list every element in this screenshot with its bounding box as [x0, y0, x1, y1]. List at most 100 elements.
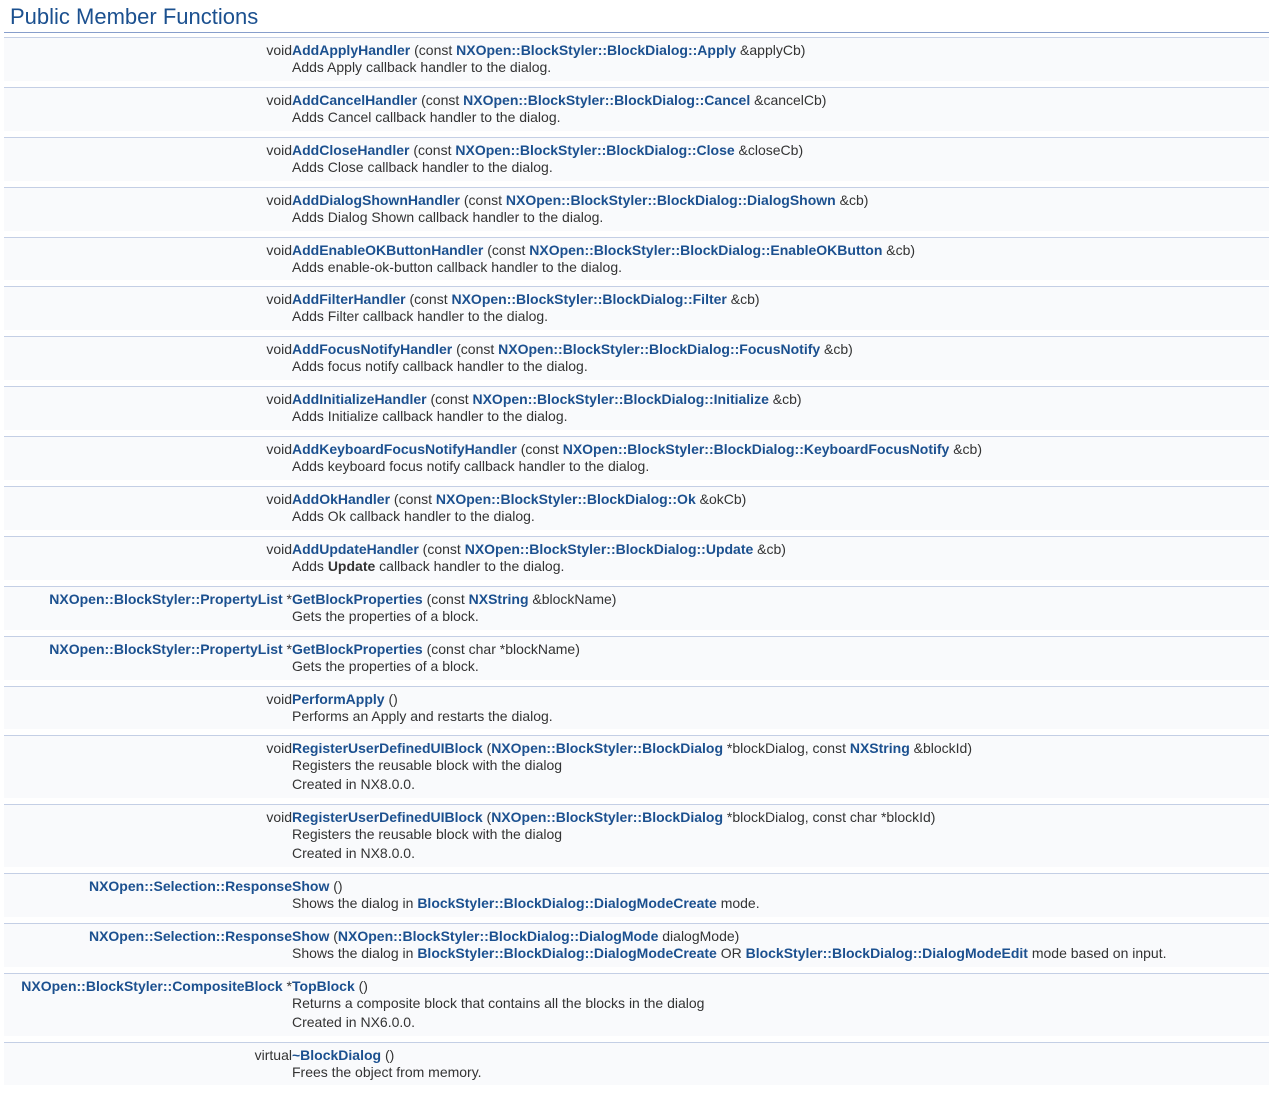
api-link[interactable]: RegisterUserDefinedUIBlock: [292, 809, 483, 825]
member-description: Adds enable-ok-button callback handler t…: [292, 258, 1269, 281]
api-link[interactable]: Show: [292, 928, 329, 944]
text: &applyCb): [736, 42, 805, 58]
api-link[interactable]: NXOpen::BlockStyler::BlockDialog::Apply: [456, 42, 736, 58]
text: &cb): [727, 291, 760, 307]
member-desc-row: Registers the reusable block with the di…: [4, 825, 1269, 867]
api-link[interactable]: AddKeyboardFocusNotifyHandler: [292, 441, 517, 457]
api-link[interactable]: NXOpen::BlockStyler::BlockDialog::Ok: [436, 491, 696, 507]
text: Returns a composite block that contains …: [292, 995, 704, 1011]
api-link[interactable]: AddFocusNotifyHandler: [292, 341, 452, 357]
api-link[interactable]: AddFilterHandler: [292, 291, 406, 307]
text: &blockId): [910, 740, 972, 756]
member-signature: AddFilterHandler (const NXOpen::BlockSty…: [292, 287, 1269, 308]
bold-text: Update: [328, 558, 375, 574]
member-return-type: NXOpen::Selection::Response: [4, 923, 292, 944]
api-link[interactable]: NXOpen::Selection::Response: [89, 878, 292, 894]
text: &okCb): [696, 491, 747, 507]
api-link[interactable]: AddUpdateHandler: [292, 541, 419, 557]
member-signature: GetBlockProperties (const NXString &bloc…: [292, 586, 1269, 607]
member-return-type: void: [4, 536, 292, 557]
api-link[interactable]: BlockStyler::BlockDialog::DialogModeEdit: [746, 945, 1028, 961]
member-row: voidAddCancelHandler (const NXOpen::Bloc…: [4, 87, 1269, 108]
text: void: [266, 391, 292, 407]
api-link[interactable]: PerformApply: [292, 691, 385, 707]
member-signature: AddFocusNotifyHandler (const NXOpen::Blo…: [292, 337, 1269, 358]
api-link[interactable]: NXOpen::BlockStyler::CompositeBlock: [21, 978, 282, 994]
text: Adds Ok callback handler to the dialog.: [292, 508, 535, 524]
text: void: [266, 541, 292, 557]
api-link[interactable]: AddDialogShownHandler: [292, 192, 460, 208]
api-link[interactable]: RegisterUserDefinedUIBlock: [292, 740, 483, 756]
api-link[interactable]: NXOpen::BlockStyler::PropertyList: [49, 641, 282, 657]
api-link[interactable]: NXOpen::BlockStyler::BlockDialog::Dialog…: [506, 192, 836, 208]
member-row: NXOpen::Selection::ResponseShow (NXOpen:…: [4, 923, 1269, 944]
text: (const: [483, 242, 529, 258]
member-signature: AddEnableOKButtonHandler (const NXOpen::…: [292, 237, 1269, 258]
member-desc-row: Adds keyboard focus notify callback hand…: [4, 457, 1269, 480]
api-link[interactable]: BlockStyler::BlockDialog::DialogModeCrea…: [417, 895, 717, 911]
text: Registers the reusable block with the di…: [292, 757, 562, 773]
api-link[interactable]: ~BlockDialog: [292, 1047, 381, 1063]
api-link[interactable]: NXOpen::BlockStyler::BlockDialog::Cancel: [463, 92, 750, 108]
api-link[interactable]: NXOpen::BlockStyler::BlockDialog::Filter: [451, 291, 726, 307]
api-link[interactable]: NXOpen::BlockStyler::BlockDialog: [491, 740, 723, 756]
text: *: [283, 591, 292, 607]
api-link[interactable]: AddCancelHandler: [292, 92, 417, 108]
member-description: Frees the object from memory.: [292, 1063, 1269, 1086]
api-link[interactable]: NXOpen::BlockStyler::BlockDialog::Update: [465, 541, 754, 557]
member-row: voidAddFocusNotifyHandler (const NXOpen:…: [4, 337, 1269, 358]
text: (const: [419, 541, 465, 557]
member-desc-row: Adds Cancel callback handler to the dial…: [4, 108, 1269, 131]
api-link[interactable]: GetBlockProperties: [292, 591, 423, 607]
member-desc-spacer: [4, 557, 292, 580]
member-desc-spacer: [4, 657, 292, 680]
api-link[interactable]: AddOkHandler: [292, 491, 390, 507]
text: void: [266, 42, 292, 58]
member-row: NXOpen::Selection::ResponseShow (): [4, 874, 1269, 895]
text: (const: [409, 142, 455, 158]
member-row: voidAddInitializeHandler (const NXOpen::…: [4, 387, 1269, 408]
member-row: voidAddEnableOKButtonHandler (const NXOp…: [4, 237, 1269, 258]
text: *blockDialog, const char *blockId): [723, 809, 935, 825]
member-desc-spacer: [4, 357, 292, 380]
text: void: [266, 291, 292, 307]
api-link[interactable]: NXString: [850, 740, 910, 756]
text: &cb): [949, 441, 982, 457]
member-description: Returns a composite block that contains …: [292, 994, 1269, 1036]
member-description: Adds Close callback handler to the dialo…: [292, 158, 1269, 181]
member-desc-spacer: [4, 825, 292, 867]
text: callback handler to the dialog.: [375, 558, 564, 574]
api-link[interactable]: NXOpen::Selection::Response: [89, 928, 292, 944]
text: Adds Filter callback handler to the dial…: [292, 308, 548, 324]
text: Created in NX8.0.0.: [292, 845, 415, 861]
api-link[interactable]: AddEnableOKButtonHandler: [292, 242, 483, 258]
api-link[interactable]: NXOpen::BlockStyler::BlockDialog::FocusN…: [498, 341, 820, 357]
member-desc-row: Returns a composite block that contains …: [4, 994, 1269, 1036]
api-link[interactable]: AddCloseHandler: [292, 142, 409, 158]
api-link[interactable]: BlockStyler::BlockDialog::DialogModeCrea…: [417, 945, 717, 961]
api-link[interactable]: GetBlockProperties: [292, 641, 423, 657]
api-link[interactable]: AddApplyHandler: [292, 42, 410, 58]
api-link[interactable]: NXString: [469, 591, 529, 607]
text: Adds Close callback handler to the dialo…: [292, 159, 553, 175]
api-link[interactable]: TopBlock: [292, 978, 355, 994]
api-link[interactable]: NXOpen::BlockStyler::BlockDialog: [491, 809, 723, 825]
api-link[interactable]: NXOpen::BlockStyler::BlockDialog::Dialog…: [338, 928, 658, 944]
api-link[interactable]: NXOpen::BlockStyler::PropertyList: [49, 591, 282, 607]
member-desc-row: Adds Initialize callback handler to the …: [4, 407, 1269, 430]
member-return-type: void: [4, 387, 292, 408]
api-link[interactable]: Show: [292, 878, 329, 894]
member-description: Adds Apply callback handler to the dialo…: [292, 58, 1269, 81]
api-link[interactable]: AddInitializeHandler: [292, 391, 427, 407]
member-row: voidAddCloseHandler (const NXOpen::Block…: [4, 137, 1269, 158]
member-row: virtual~BlockDialog (): [4, 1042, 1269, 1063]
member-return-type: void: [4, 686, 292, 707]
member-desc-spacer: [4, 158, 292, 181]
member-desc-spacer: [4, 507, 292, 530]
text: void: [266, 192, 292, 208]
api-link[interactable]: NXOpen::BlockStyler::BlockDialog::Initia…: [472, 391, 768, 407]
text: Adds: [292, 558, 328, 574]
api-link[interactable]: NXOpen::BlockStyler::BlockDialog::Enable…: [529, 242, 882, 258]
api-link[interactable]: NXOpen::BlockStyler::BlockDialog::Keyboa…: [563, 441, 950, 457]
api-link[interactable]: NXOpen::BlockStyler::BlockDialog::Close: [455, 142, 734, 158]
